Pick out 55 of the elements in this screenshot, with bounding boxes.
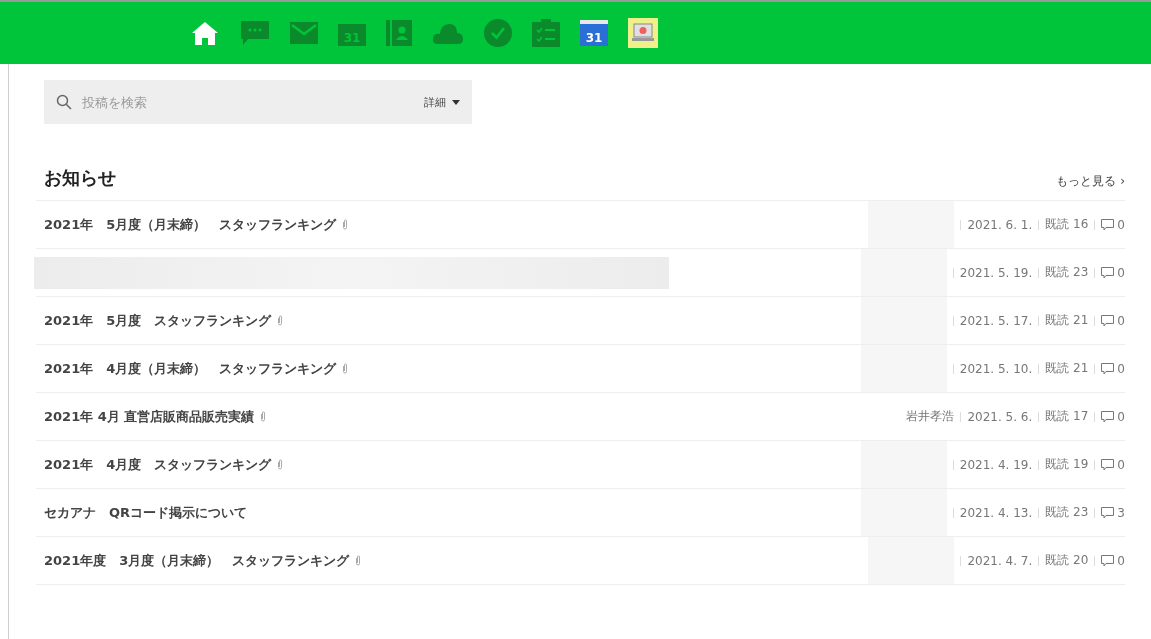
comment-count: 0 [1117,313,1125,328]
post-date: 2021. 4. 7. [967,553,1033,568]
detail-dropdown[interactable]: 詳細 [424,94,460,110]
more-link[interactable]: もっと見る › [1056,173,1125,190]
post-date: 2021. 5. 6. [967,409,1033,424]
post-date: 2021. 4. 19. [959,457,1033,472]
post-title[interactable]: 2021年 5月度 スタッフランキング [44,311,272,330]
comment-count: 3 [1117,505,1125,520]
chat-icon[interactable] [240,20,270,46]
monitor-app-icon[interactable] [628,18,658,48]
comment-icon [1101,362,1115,375]
post-date: 2021. 5. 10. [959,361,1033,376]
post-date: 2021. 5. 19. [959,265,1033,280]
comment-icon [1101,458,1115,471]
comment-count: 0 [1117,457,1125,472]
search-icon [56,94,72,110]
comment-count: 0 [1117,217,1125,232]
contacts-icon[interactable] [386,20,412,46]
post-date: 2021. 5. 17. [959,313,1033,328]
post-date: 2021. 6. 1. [967,217,1033,232]
calendar-app-icon[interactable]: 31 [580,20,608,46]
home-icon[interactable] [190,20,220,46]
post-title[interactable]: 2021年 4月度（月末締） スタッフランキング [44,359,337,378]
comment-icon [1101,314,1115,327]
comment-icon [1101,266,1115,279]
cloud-icon[interactable] [432,22,464,44]
post-title[interactable]: 2021年 4月度 スタッフランキング [44,455,272,474]
comment-icon [1101,506,1115,519]
read-count: 既読 23 [1045,264,1089,281]
search-field[interactable]: 投稿を検索 詳細 [44,80,472,124]
caret-icon [452,99,460,105]
read-count: 既読 21 [1045,312,1089,329]
comment-icon [1101,554,1115,567]
post-title[interactable]: セカアナ QRコード掲示について [44,503,248,522]
read-count: 既読 21 [1045,360,1089,377]
post-title[interactable]: 2021年 4月 直営店販商品販売実績 [44,407,255,426]
check-icon[interactable] [484,19,512,47]
post-title[interactable]: 2021年度 3月度（月末締） スタッフランキング [44,551,350,570]
read-count: 既読 19 [1045,456,1089,473]
comment-count: 0 [1117,361,1125,376]
section-title: お知らせ [44,166,116,190]
read-count: 既読 23 [1045,504,1089,521]
clipboard-icon[interactable] [532,19,560,47]
comment-icon [1101,218,1115,231]
post-title[interactable]: 2021年 5月度（月末締） スタッフランキング [44,215,337,234]
comment-count: 0 [1117,409,1125,424]
comment-icon [1101,410,1115,423]
post-author: 岩井孝浩 [906,408,955,425]
read-count: 既読 16 [1045,216,1089,233]
read-count: 既読 17 [1045,408,1089,425]
mail-icon[interactable] [290,22,318,44]
comment-count: 0 [1117,265,1125,280]
comment-count: 0 [1117,553,1125,568]
post-date: 2021. 4. 13. [959,505,1033,520]
read-count: 既読 20 [1045,552,1089,569]
